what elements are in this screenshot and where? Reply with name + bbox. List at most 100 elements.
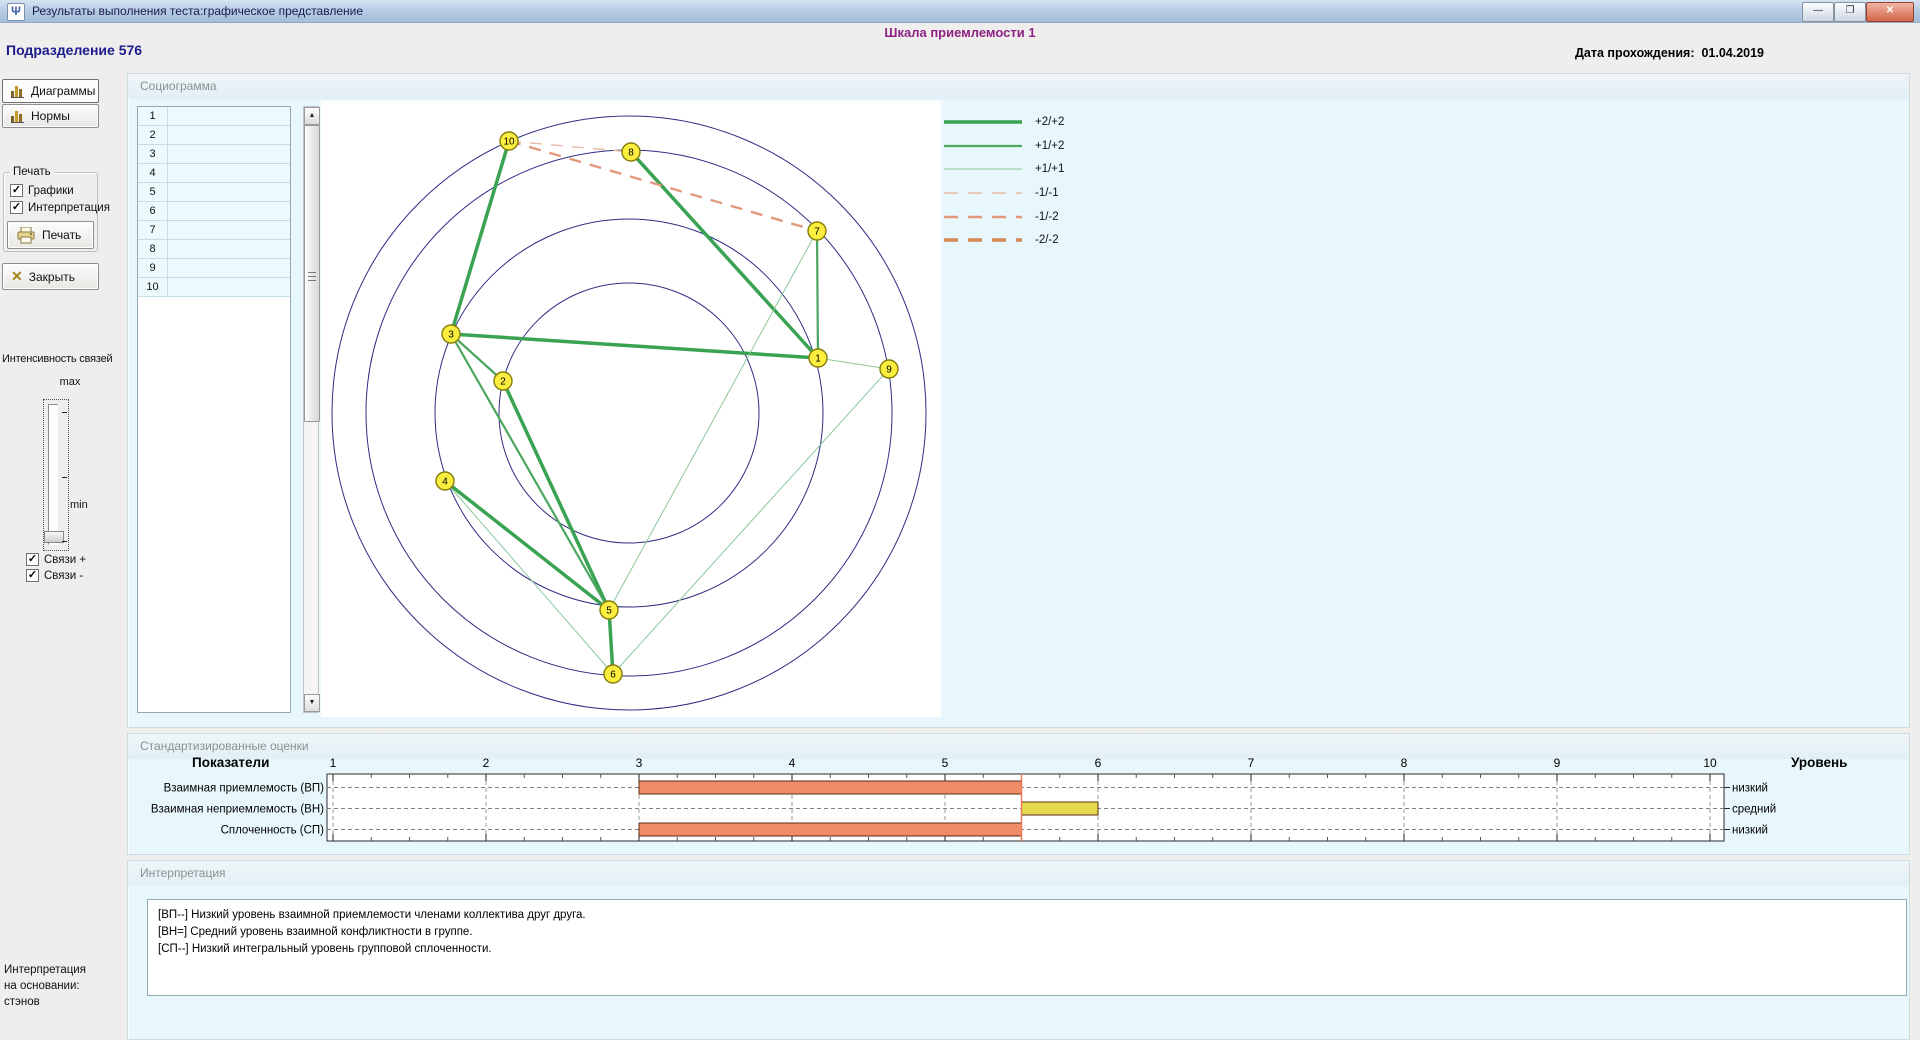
scores-bar: [639, 781, 1022, 794]
bar-chart-icon: [11, 110, 25, 122]
sociogram-edge-4-5: [445, 481, 609, 610]
checkbox-graphics[interactable]: ✓ Графики: [10, 184, 74, 197]
legend-row: -1/-1: [943, 181, 1064, 205]
sociogram-edge-7-1: [817, 231, 818, 358]
sociogram-edge-10-3: [451, 141, 509, 334]
scores-axis-tick-label: 5: [942, 756, 949, 770]
intensity-slider-thumb[interactable]: [44, 531, 64, 543]
sociogram-node-label-2: 2: [500, 377, 506, 388]
checkbox-links-negative[interactable]: ✓ Связи -: [26, 569, 83, 582]
interpretation-basis-note: Интерпретация на основании: стэнов: [4, 962, 86, 1010]
scores-axis-tick-label: 1: [330, 756, 337, 770]
member-list-scrollbar[interactable]: ▲ ▼: [303, 106, 319, 713]
interpretation-line: [ВП--] Низкий уровень взаимной приемлемо…: [158, 907, 1906, 924]
scores-panel: Стандартизированные оценки ПоказателиУро…: [127, 733, 1910, 855]
intensity-max-label: max: [55, 376, 85, 388]
sociogram-node-label-5: 5: [606, 606, 612, 617]
member-list: 12345678910: [137, 106, 291, 713]
scores-axis-tick-label: 2: [483, 756, 490, 770]
print-group-label: Печать: [10, 166, 54, 178]
legend-line-icon: [943, 165, 1023, 173]
sociogram-panel: Социограмма 12345678910 ▲ ▼ 12345678910 …: [127, 73, 1910, 728]
sociogram-node-label-7: 7: [814, 227, 820, 238]
roster-row[interactable]: 6: [138, 202, 290, 221]
scrollbar-thumb[interactable]: [304, 125, 320, 422]
legend-line-icon: [943, 118, 1023, 126]
checkbox-check-icon: ✓: [26, 569, 39, 582]
intensity-min-label: min: [70, 499, 88, 511]
sociogram-edge-3-5: [451, 334, 609, 610]
roster-number: 1: [138, 107, 168, 125]
scores-chart: ПоказателиУровень12345678910Взаимная при…: [128, 734, 1911, 856]
sociogram-ring: [332, 116, 926, 710]
slider-tick: [62, 477, 67, 478]
legend-row: +1/+2: [943, 134, 1064, 158]
scores-level-label: низкий: [1732, 825, 1768, 837]
print-button[interactable]: Печать: [7, 221, 94, 249]
sociogram-graph: 12345678910: [321, 101, 941, 717]
close-button[interactable]: ✕ Закрыть: [2, 263, 99, 290]
printer-icon: [16, 227, 36, 244]
sociogram-node-label-4: 4: [442, 477, 448, 488]
date-value: 01.04.2019: [1701, 46, 1764, 60]
roster-row[interactable]: 5: [138, 183, 290, 202]
checkbox-graphics-label: Графики: [28, 185, 74, 197]
close-window-button[interactable]: ✕: [1866, 2, 1914, 22]
sociogram-node-label-1: 1: [815, 354, 821, 365]
intensity-slider-groove[interactable]: [48, 404, 58, 545]
roster-number: 4: [138, 164, 168, 182]
minimize-button[interactable]: —: [1802, 2, 1834, 22]
roster-row[interactable]: 3: [138, 145, 290, 164]
sociogram-edge-2-5: [503, 381, 609, 610]
roster-row[interactable]: 7: [138, 221, 290, 240]
sociogram-edge-7-5: [609, 231, 817, 610]
page-title: Шкала приемлемости 1: [0, 25, 1920, 40]
scores-row-label: Взаимная приемлемость (ВП): [164, 783, 325, 795]
roster-row[interactable]: 10: [138, 278, 290, 297]
scores-level-label: средний: [1732, 804, 1776, 816]
scores-axis-tick-label: 7: [1248, 756, 1255, 770]
intensity-label: Интенсивность связей: [2, 353, 122, 365]
restore-button[interactable]: ❐: [1834, 2, 1866, 22]
checkbox-links-positive[interactable]: ✓ Связи +: [26, 553, 86, 566]
roster-row[interactable]: 9: [138, 259, 290, 278]
sociogram-ring: [435, 219, 823, 607]
sociogram-caption: Социограмма: [128, 74, 1909, 99]
sociogram-edge-8-1: [631, 152, 818, 358]
diagrams-button[interactable]: Диаграммы: [2, 79, 99, 103]
roster-row[interactable]: 8: [138, 240, 290, 259]
roster-number: 10: [138, 278, 168, 296]
app-icon: Ψ: [7, 3, 25, 21]
sociogram-node-label-3: 3: [448, 330, 454, 341]
interpretation-caption: Интерпретация: [128, 861, 1909, 886]
scroll-up-icon[interactable]: ▲: [304, 107, 320, 125]
legend-line-icon: [943, 213, 1023, 221]
roster-number: 9: [138, 259, 168, 277]
sociogram-edge-4-6: [445, 481, 613, 674]
roster-number: 8: [138, 240, 168, 258]
roster-number: 3: [138, 145, 168, 163]
checkbox-interpretation-label: Интерпретация: [28, 202, 110, 214]
scores-bar: [1022, 802, 1099, 815]
norms-button[interactable]: Нормы: [2, 104, 99, 128]
interpretation-line: [ВН=] Средний уровень взаимной конфликтн…: [158, 924, 1906, 941]
sociogram-plot: 12345678910: [321, 101, 941, 717]
roster-number: 5: [138, 183, 168, 201]
checkbox-check-icon: ✓: [10, 201, 23, 214]
roster-row[interactable]: 4: [138, 164, 290, 183]
roster-row[interactable]: 1: [138, 107, 290, 126]
checkbox-interpretation[interactable]: ✓ Интерпретация: [10, 201, 110, 214]
legend-line-icon: [943, 189, 1023, 197]
diagrams-button-label: Диаграммы: [31, 84, 95, 98]
legend-row: -1/-2: [943, 205, 1064, 229]
sociogram-node-label-6: 6: [610, 670, 616, 681]
roster-number: 2: [138, 126, 168, 144]
scores-axis-tick-label: 8: [1401, 756, 1408, 770]
scores-bar: [639, 823, 1022, 836]
date-line: Дата прохождения: 01.04.2019: [1575, 46, 1764, 60]
legend-row: +2/+2: [943, 110, 1064, 134]
slider-tick: [62, 412, 67, 413]
scroll-down-icon[interactable]: ▼: [304, 694, 320, 712]
roster-row[interactable]: 2: [138, 126, 290, 145]
norms-button-label: Нормы: [31, 109, 70, 123]
